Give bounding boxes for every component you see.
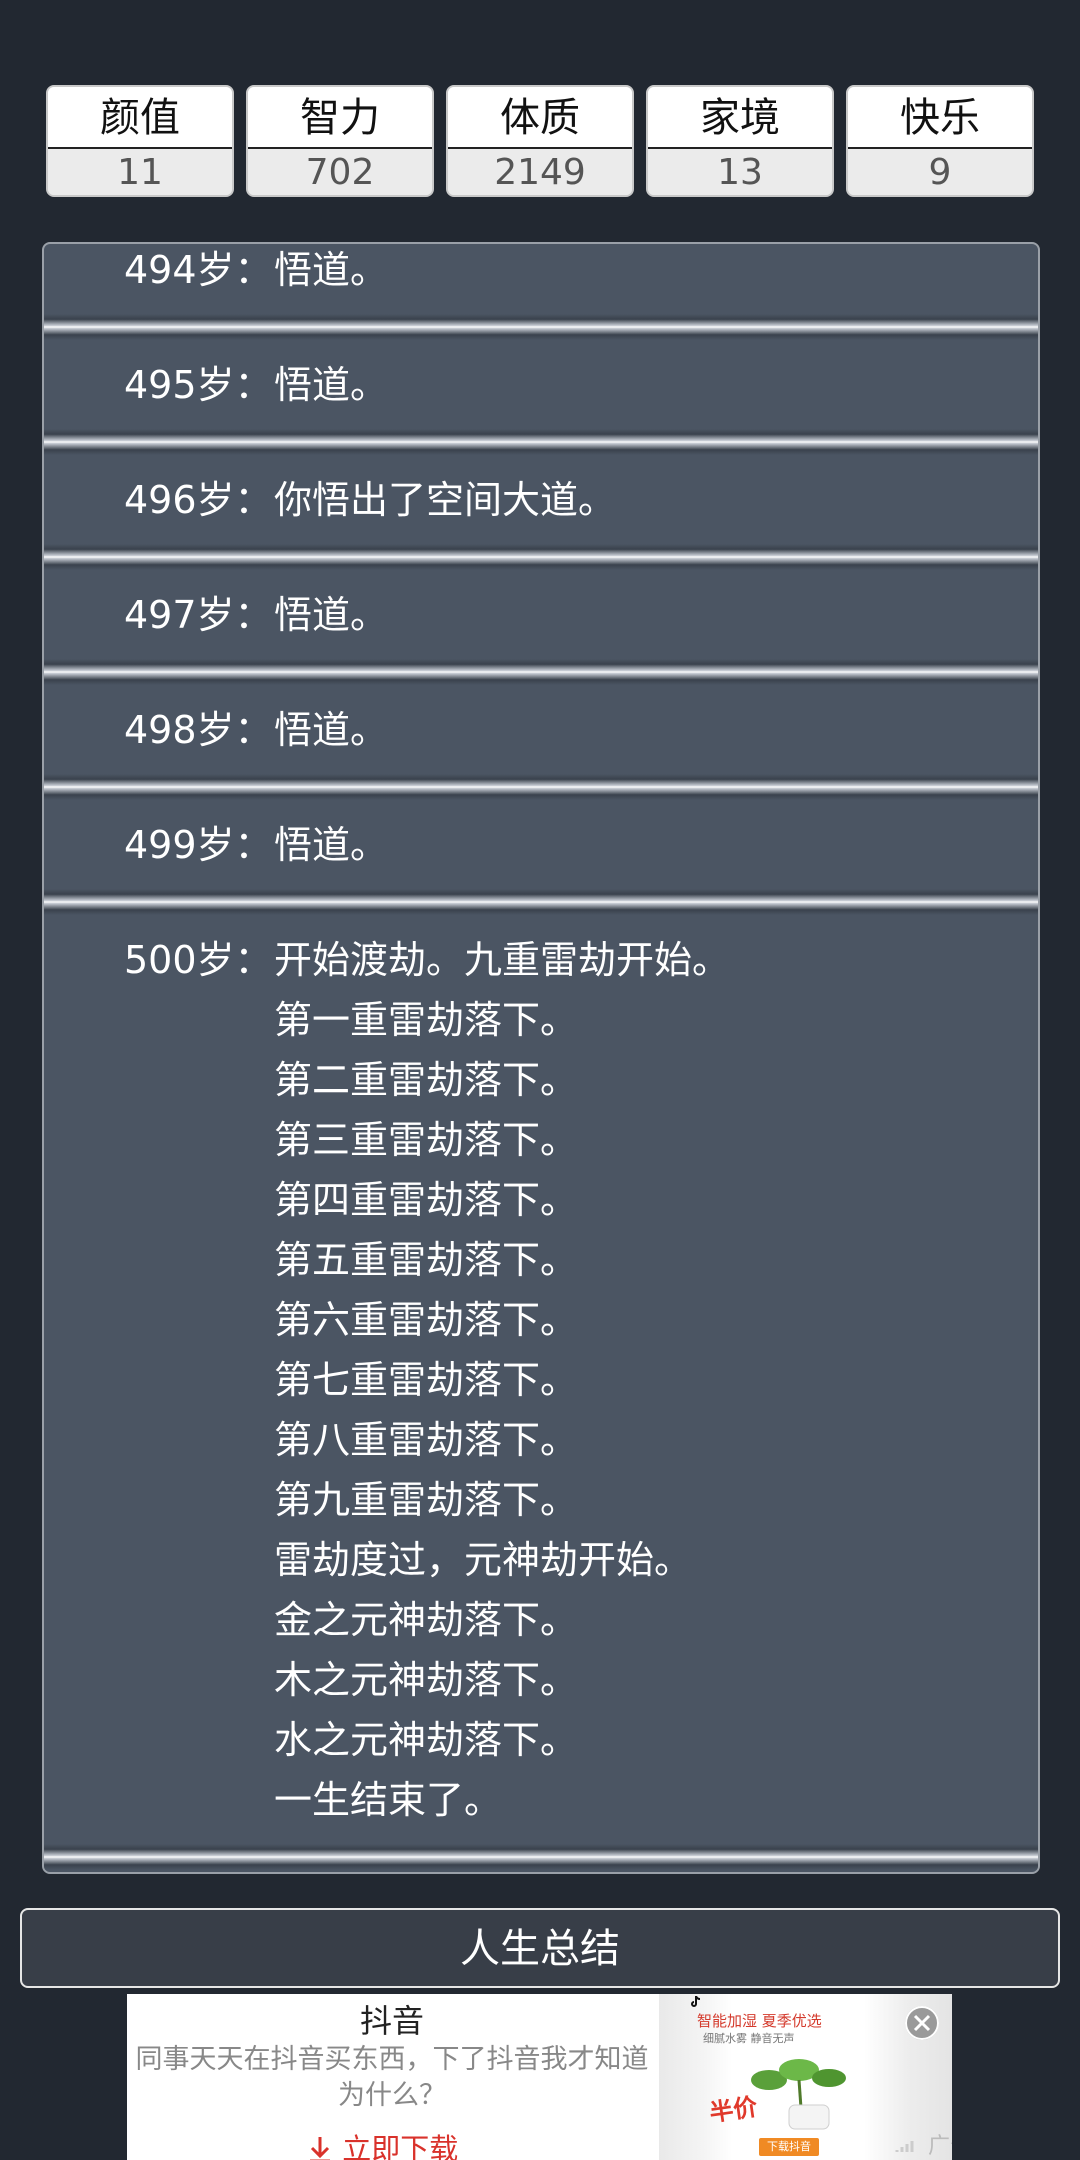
log-event: 悟道。 (274, 700, 388, 760)
log-entry: 495岁： 悟道。 (44, 355, 1038, 431)
stat-value: 702 (248, 147, 432, 195)
stat-value: 2149 (448, 147, 632, 195)
ad-image-headline: 智能加湿 夏季优选 (697, 2012, 822, 2030)
download-arrow-icon (307, 2132, 342, 2160)
row-divider (44, 889, 1038, 915)
ad-label: 广告 (895, 2128, 952, 2160)
log-event-line: 悟道。 (274, 248, 389, 292)
stat-label: 家境 (648, 87, 832, 147)
log-event-line: 第七重雷劫落下。 (274, 1358, 579, 1402)
stat-label: 快乐 (848, 87, 1032, 147)
stat-label: 颜值 (48, 87, 232, 147)
signal-icon (895, 2134, 928, 2159)
log-event-line: 第六重雷劫落下。 (274, 1298, 579, 1342)
log-event-line: 悟道。 (274, 708, 389, 752)
stat-label: 体质 (448, 87, 632, 147)
row-divider (44, 1844, 1038, 1870)
log-entry: 500岁： 开始渡劫。九重雷劫开始。 第一重雷劫落下。 第二重雷劫落下。 第三重… (44, 930, 1038, 1845)
log-event-line: 悟道。 (274, 593, 389, 637)
life-summary-button[interactable]: 人生总结 (20, 1908, 1060, 1988)
ad-title[interactable]: 抖音 (127, 1996, 657, 2042)
row-divider (44, 314, 1038, 340)
row-divider (44, 544, 1038, 570)
tiktok-logo-icon (691, 1996, 701, 2007)
log-event-line: 第九重雷劫落下。 (274, 1478, 579, 1522)
stat-label: 智力 (248, 87, 432, 147)
ad-banner[interactable]: 抖音 同事天天在抖音买东西，下了抖音我才知道为什么？ 立即下载 智能加湿 夏季优… (127, 1994, 952, 2160)
log-event-line: 雷劫度过，元神劫开始。 (274, 1538, 693, 1582)
stat-value: 11 (48, 147, 232, 195)
log-event-line: 金之元神劫落下。 (274, 1598, 579, 1642)
log-event: 悟道。 (274, 244, 389, 300)
ad-download-label: 立即下载 (342, 2132, 459, 2160)
log-event: 悟道。 (274, 585, 388, 645)
ad-description[interactable]: 同事天天在抖音买东西，下了抖音我才知道为什么？ (129, 2042, 655, 2114)
log-event-line: 一生结束了。 (274, 1778, 503, 1822)
ad-image-subline: 细腻水雾 静音无声 (703, 2032, 795, 2045)
stat-happiness: 快乐 9 (846, 85, 1034, 197)
stat-family: 家境 13 (646, 85, 834, 197)
row-divider (44, 429, 1038, 455)
close-icon[interactable] (905, 2006, 939, 2040)
log-entry: 498岁： 悟道。 (44, 700, 1038, 776)
log-event: 悟道。 (274, 355, 388, 415)
log-event-line: 悟道。 (274, 363, 389, 407)
stats-bar: 颜值 11 智力 702 体质 2149 家境 13 快乐 9 (46, 85, 1034, 197)
ad-image-button: 下载抖音 (759, 2138, 819, 2156)
stat-appearance: 颜值 11 (46, 85, 234, 197)
ad-image-badge: 半价 (707, 2092, 760, 2128)
ad-download-link[interactable]: 立即下载 (307, 2126, 458, 2160)
stat-constitution: 体质 2149 (446, 85, 634, 197)
ad-label-text: 广告 (928, 2134, 952, 2159)
stat-value: 13 (648, 147, 832, 195)
log-event-line: 第五重雷劫落下。 (274, 1238, 579, 1282)
stat-value: 9 (848, 147, 1032, 195)
log-event-line: 你悟出了空间大道。 (274, 478, 617, 522)
log-event-line: 第一重雷劫落下。 (274, 998, 579, 1042)
row-divider (44, 774, 1038, 800)
log-event-line: 悟道。 (274, 823, 389, 867)
log-entry: 499岁： 悟道。 (44, 815, 1038, 891)
log-event-line: 第三重雷劫落下。 (274, 1118, 579, 1162)
life-log-panel[interactable]: 494岁： 悟道。 495岁： 悟道。 496岁： 你悟出了空间大道。 497岁… (42, 242, 1040, 1874)
log-entry: 494岁： 悟道。 (44, 244, 1038, 316)
log-event: 开始渡劫。九重雷劫开始。 第一重雷劫落下。 第二重雷劫落下。 第三重雷劫落下。 … (274, 930, 730, 1830)
stat-intelligence: 智力 702 (246, 85, 434, 197)
log-event-line: 开始渡劫。九重雷劫开始。 (274, 938, 731, 982)
log-event-line: 第四重雷劫落下。 (274, 1178, 579, 1222)
log-event-line: 第二重雷劫落下。 (274, 1058, 579, 1102)
log-event-line: 第八重雷劫落下。 (274, 1418, 579, 1462)
log-event: 悟道。 (274, 815, 388, 875)
row-divider (44, 659, 1038, 685)
log-entry: 497岁： 悟道。 (44, 585, 1038, 661)
log-event-line: 水之元神劫落下。 (274, 1718, 579, 1762)
log-entry: 496岁： 你悟出了空间大道。 (44, 470, 1038, 546)
log-event-line: 木之元神劫落下。 (274, 1658, 579, 1702)
log-event: 你悟出了空间大道。 (274, 470, 616, 530)
